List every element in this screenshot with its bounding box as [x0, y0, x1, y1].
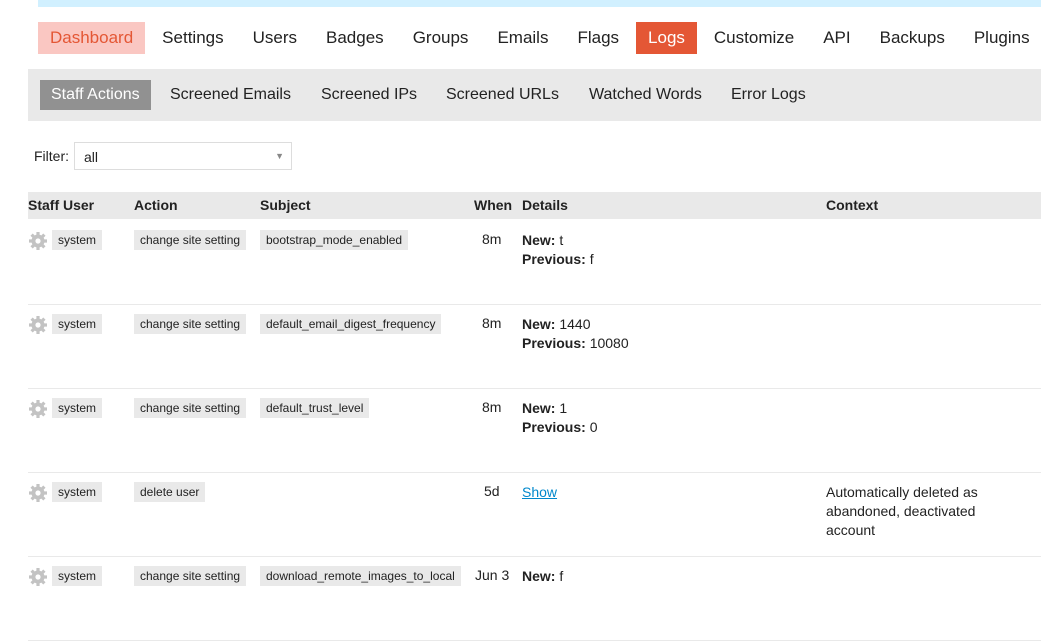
header-subject: Subject: [260, 197, 311, 213]
table-row: system change site setting default_trust…: [28, 388, 1041, 473]
staff-user-badge[interactable]: system: [52, 566, 103, 586]
new-value: 1440: [555, 316, 591, 332]
admin-nav: Dashboard Settings Users Badges Groups E…: [38, 22, 1041, 54]
filter-value: all: [84, 149, 99, 165]
subject-badge[interactable]: default_email_digest_frequency: [260, 314, 442, 334]
details: New: t Previous: f: [522, 231, 594, 269]
gear-icon: [29, 484, 47, 502]
gear-icon: [29, 232, 47, 250]
staff-user-badge[interactable]: system: [52, 398, 103, 418]
new-value: f: [555, 568, 564, 584]
when-value: 8m: [482, 231, 502, 247]
tab-api[interactable]: API: [811, 22, 862, 54]
tab-customize[interactable]: Customize: [702, 22, 806, 54]
table-row: system change site setting download_remo…: [28, 556, 1041, 641]
when-value: 8m: [482, 399, 502, 415]
new-label: New:: [522, 568, 556, 584]
staff-user-badge[interactable]: system: [52, 482, 103, 502]
subtab-screened-ips[interactable]: Screened IPs: [321, 80, 417, 110]
subtab-screened-urls[interactable]: Screened URLs: [446, 80, 559, 110]
staff-user-badge[interactable]: system: [52, 314, 103, 334]
filter-select[interactable]: all ▼: [74, 142, 292, 170]
subject-badge[interactable]: download_remote_images_to_local: [260, 566, 461, 586]
subtab-staff-actions[interactable]: Staff Actions: [40, 80, 151, 110]
table-row: system delete user 5d Show Automatically…: [28, 472, 1041, 557]
tab-users[interactable]: Users: [241, 22, 309, 54]
filter-label: Filter:: [34, 148, 69, 164]
tab-badges[interactable]: Badges: [314, 22, 396, 54]
details: New: 1440 Previous: 10080: [522, 315, 629, 353]
when-value: Jun 3: [475, 567, 510, 583]
top-banner: [38, 0, 1041, 7]
details: Show: [522, 483, 557, 502]
new-value: t: [555, 232, 564, 248]
previous-value: 10080: [585, 335, 629, 351]
header-when: When: [474, 197, 513, 213]
action-badge[interactable]: change site setting: [134, 314, 247, 334]
staff-user-badge[interactable]: system: [52, 230, 103, 250]
header-action: Action: [134, 197, 178, 213]
tab-dashboard[interactable]: Dashboard: [38, 22, 146, 54]
previous-label: Previous:: [522, 251, 586, 267]
tab-groups[interactable]: Groups: [401, 22, 481, 54]
table-row: system change site setting bootstrap_mod…: [28, 220, 1041, 305]
previous-label: Previous:: [522, 419, 586, 435]
header-details: Details: [522, 197, 568, 213]
new-label: New:: [522, 232, 556, 248]
when-value: 8m: [482, 315, 502, 331]
header-staff-user: Staff User: [28, 197, 95, 213]
logs-subnav: Staff Actions Screened Emails Screened I…: [28, 69, 1041, 121]
table-header: Staff User Action Subject When Details C…: [28, 192, 1041, 219]
previous-value: f: [585, 251, 594, 267]
context-text: Automatically deleted as abandoned, deac…: [826, 484, 978, 538]
action-badge[interactable]: change site setting: [134, 230, 247, 250]
subject-badge[interactable]: default_trust_level: [260, 398, 370, 418]
chevron-down-icon: ▼: [275, 151, 284, 161]
new-value: 1: [555, 400, 568, 416]
action-badge[interactable]: delete user: [134, 482, 206, 502]
subtab-watched-words[interactable]: Watched Words: [589, 80, 702, 110]
tab-logs[interactable]: Logs: [636, 22, 697, 54]
previous-label: Previous:: [522, 335, 586, 351]
tab-plugins[interactable]: Plugins: [962, 22, 1041, 54]
subtab-screened-emails[interactable]: Screened Emails: [170, 80, 291, 110]
subject-badge[interactable]: bootstrap_mode_enabled: [260, 230, 409, 250]
tab-settings[interactable]: Settings: [150, 22, 235, 54]
details: New: f: [522, 567, 563, 586]
tab-flags[interactable]: Flags: [565, 22, 631, 54]
header-context: Context: [826, 197, 879, 213]
new-label: New:: [522, 400, 556, 416]
subtab-error-logs[interactable]: Error Logs: [731, 80, 806, 110]
gear-icon: [29, 316, 47, 334]
gear-icon: [29, 568, 47, 586]
action-badge[interactable]: change site setting: [134, 566, 247, 586]
tab-backups[interactable]: Backups: [868, 22, 957, 54]
table-row: system change site setting default_email…: [28, 304, 1041, 389]
show-details-link[interactable]: Show: [522, 484, 557, 500]
details: New: 1 Previous: 0: [522, 399, 598, 437]
new-label: New:: [522, 316, 556, 332]
previous-value: 0: [585, 419, 598, 435]
when-value: 5d: [484, 483, 500, 499]
gear-icon: [29, 400, 47, 418]
action-badge[interactable]: change site setting: [134, 398, 247, 418]
tab-emails[interactable]: Emails: [485, 22, 560, 54]
